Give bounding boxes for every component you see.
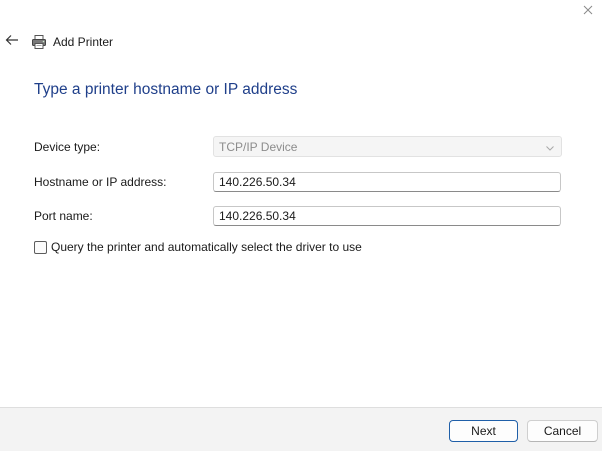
page-heading: Type a printer hostname or IP address — [34, 81, 298, 98]
arrow-left-icon — [5, 33, 19, 51]
close-icon — [583, 2, 593, 20]
close-button[interactable] — [574, 0, 602, 22]
next-button[interactable]: Next — [449, 420, 518, 442]
hostname-label: Hostname or IP address: — [34, 175, 167, 189]
chevron-down-icon — [545, 142, 555, 152]
device-type-select[interactable]: TCP/IP Device — [213, 136, 562, 157]
hostname-input[interactable] — [213, 172, 561, 192]
device-type-value: TCP/IP Device — [219, 139, 298, 154]
device-type-label: Device type: — [34, 140, 101, 154]
window-title: Add Printer — [31, 33, 113, 51]
add-printer-dialog: Add Printer Type a printer hostname or I… — [0, 0, 602, 451]
window-title-text: Add Printer — [53, 35, 114, 49]
port-name-label: Port name: — [34, 209, 93, 223]
cancel-button[interactable]: Cancel — [527, 420, 598, 442]
dialog-footer: Next Cancel — [0, 407, 602, 451]
query-printer-checkbox[interactable] — [34, 240, 47, 254]
query-printer-label: Query the printer and automatically sele… — [51, 240, 362, 254]
printer-icon — [31, 34, 47, 50]
query-printer-option[interactable]: Query the printer and automatically sele… — [34, 240, 362, 254]
port-name-input[interactable] — [213, 206, 561, 226]
back-button[interactable] — [0, 31, 24, 53]
